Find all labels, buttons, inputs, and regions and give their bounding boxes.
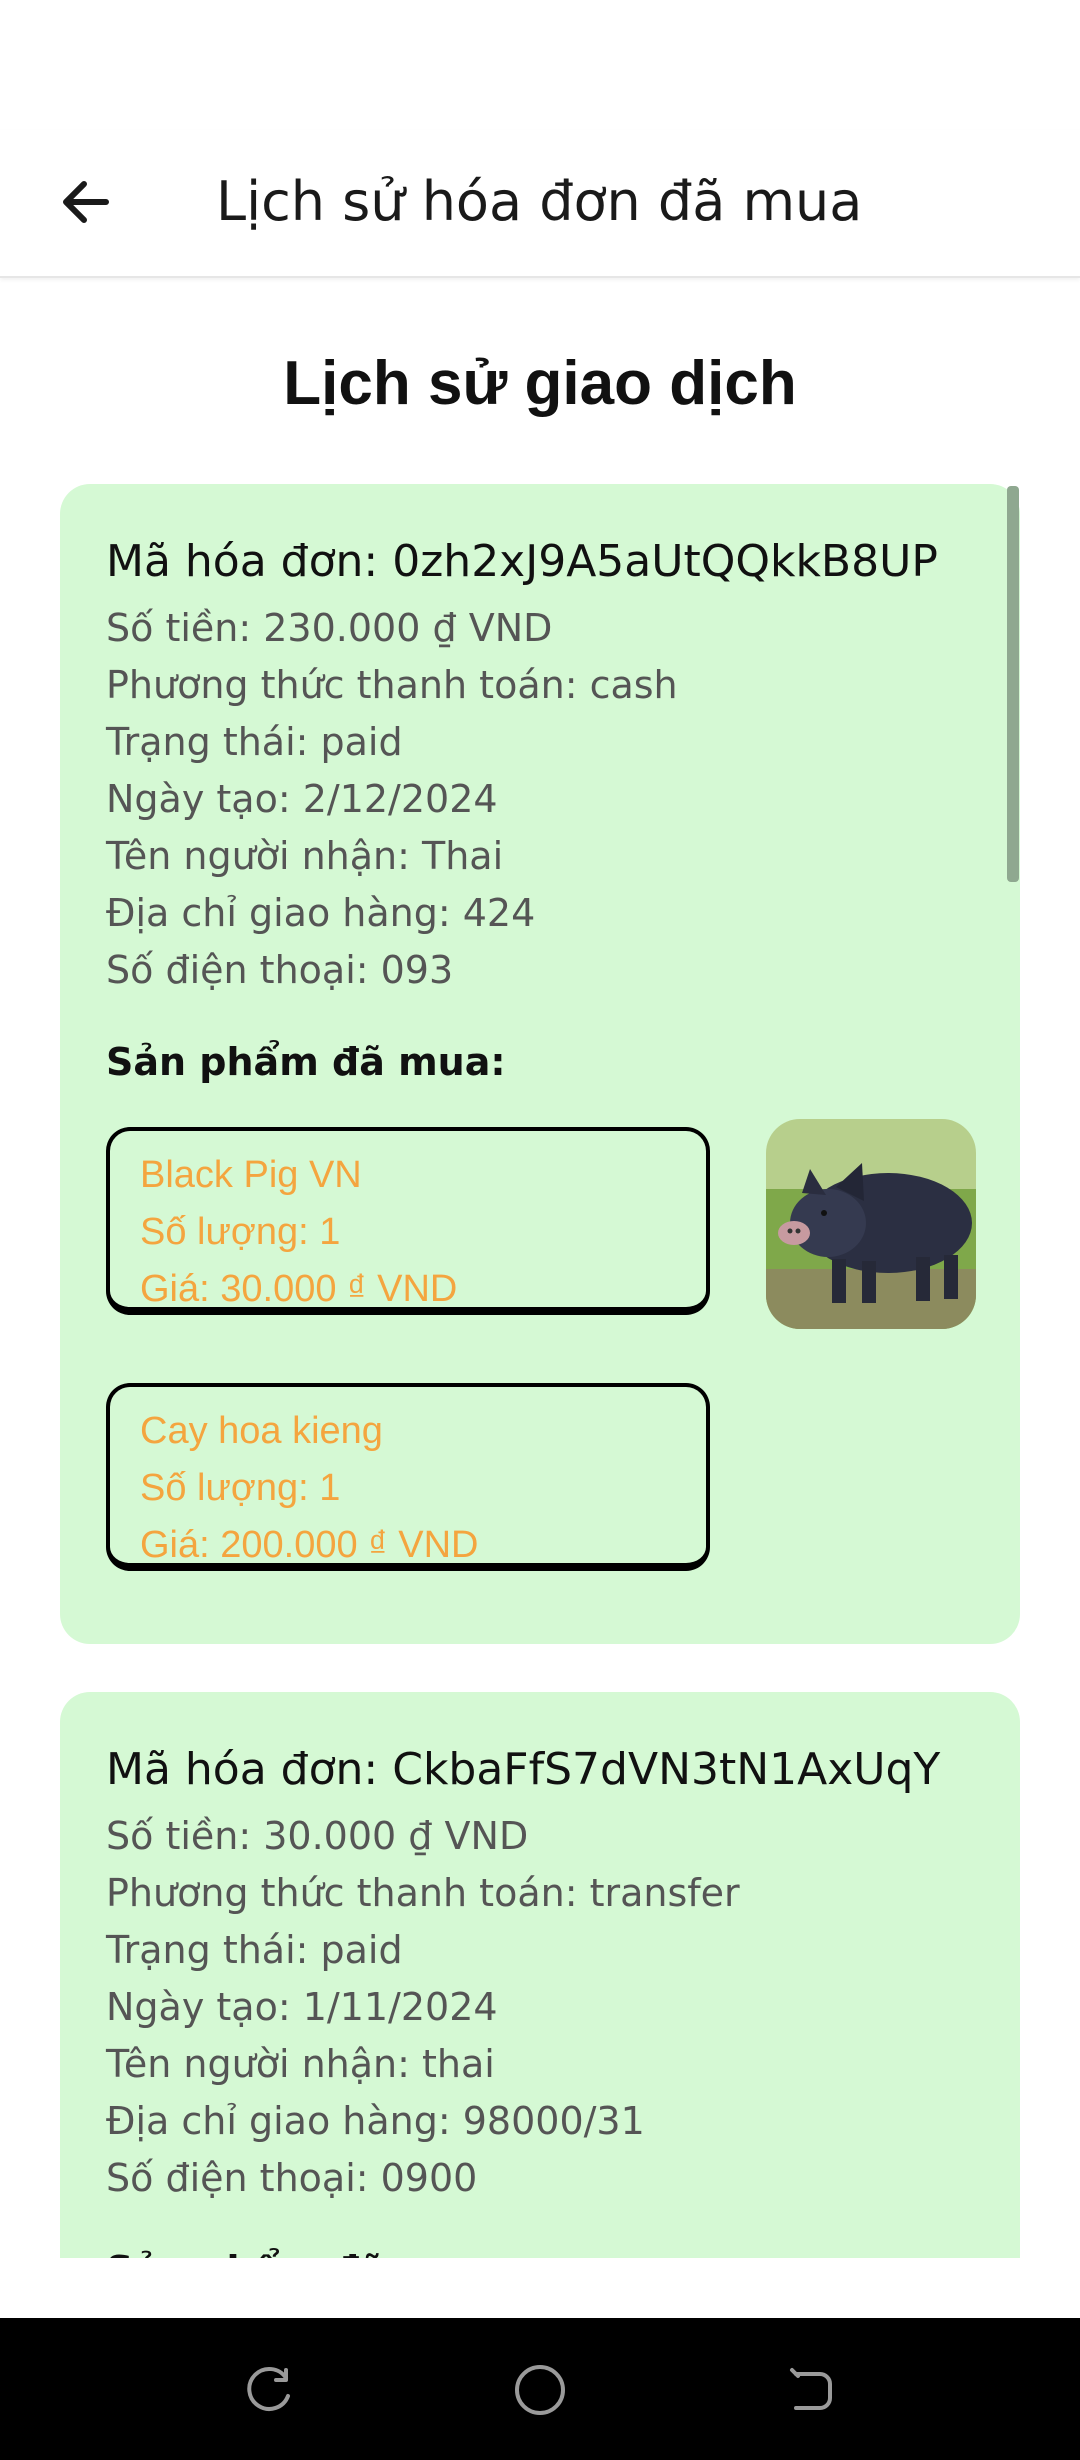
product-quantity: Số lượng: 1 (140, 1467, 341, 1509)
system-nav-bar (0, 2318, 1080, 2460)
invoice-list[interactable]: Lịch sử giao dịch Mã hóa đơn: 0zh2xJ9A5a… (0, 278, 1080, 2258)
invoice-id: Mã hóa đơn: 0zh2xJ9A5aUtQQkkB8UP (106, 536, 938, 587)
arrow-left-icon (63, 181, 109, 223)
page-heading: Lịch sử giao dịch (283, 349, 797, 418)
invoice-phone: Số điện thoại: 093 (106, 948, 454, 992)
product-card[interactable]: Cay hoa kieng Số lượng: 1 Giá: 200.000 ₫… (106, 1383, 710, 1571)
home-button[interactable] (504, 2354, 576, 2426)
invoice-address: Địa chỉ giao hàng: 424 (106, 891, 536, 935)
invoice-date: Ngày tạo: 1/11/2024 (106, 1985, 498, 2029)
invoice-payment-method: Phương thức thanh toán: cash (106, 663, 678, 707)
back-button[interactable] (44, 160, 128, 244)
back-icon (790, 2368, 832, 2410)
appbar-title: Lịch sử hóa đơn đã mua (216, 170, 863, 233)
recent-apps-icon (247, 2367, 290, 2411)
product-name: Cay hoa kieng (140, 1410, 383, 1452)
product-price: Giá: 200.000 ₫ VND (140, 1524, 479, 1566)
invoice-status: Trạng thái: paid (106, 1928, 403, 1972)
invoice-card: Mã hóa đơn: 0zh2xJ9A5aUtQQkkB8UP Số tiền… (60, 484, 1020, 1644)
product-item: Cay hoa kieng Số lượng: 1 Giá: 200.000 ₫… (106, 1375, 974, 1575)
invoice-date: Ngày tạo: 2/12/2024 (106, 777, 498, 821)
invoice-address: Địa chỉ giao hàng: 98000/31 (106, 2099, 645, 2143)
system-back-button[interactable] (774, 2354, 846, 2426)
invoice-status: Trạng thái: paid (106, 720, 403, 764)
product-quantity: Số lượng: 1 (140, 1211, 341, 1253)
product-name: Black Pig VN (140, 1154, 362, 1196)
invoice-card: Mã hóa đơn: CkbaFfS7dVN3tN1AxUqY Số tiền… (60, 1692, 1020, 2258)
invoice-payment-method: Phương thức thanh toán: transfer (106, 1871, 740, 1915)
app-bar: Lịch sử hóa đơn đã mua (0, 130, 1080, 278)
invoice-id: Mã hóa đơn: CkbaFfS7dVN3tN1AxUqY (106, 1744, 941, 1795)
black-pig-photo (766, 1119, 976, 1329)
scrollbar[interactable] (1007, 486, 1019, 882)
invoice-recipient: Tên người nhận: thai (106, 2042, 495, 2086)
status-bar (0, 0, 1080, 130)
product-card[interactable]: Black Pig VN Số lượng: 1 Giá: 30.000 ₫ V… (106, 1127, 710, 1315)
invoice-amount: Số tiền: 30.000 ₫ VND (106, 1814, 529, 1858)
products-title: Sản phẩm đã mua: (106, 1040, 506, 1084)
recent-apps-button[interactable] (234, 2354, 306, 2426)
product-item: Black Pig VN Số lượng: 1 Giá: 30.000 ₫ V… (106, 1119, 976, 1329)
invoice-phone: Số điện thoại: 0900 (106, 2156, 478, 2200)
invoice-recipient: Tên người nhận: Thai (106, 834, 504, 878)
products-title: Sản phẩm đã mua: (106, 2243, 974, 2258)
invoice-amount: Số tiền: 230.000 ₫ VND (106, 606, 553, 650)
product-price: Giá: 30.000 ₫ VND (140, 1268, 458, 1310)
home-icon (515, 2365, 565, 2415)
